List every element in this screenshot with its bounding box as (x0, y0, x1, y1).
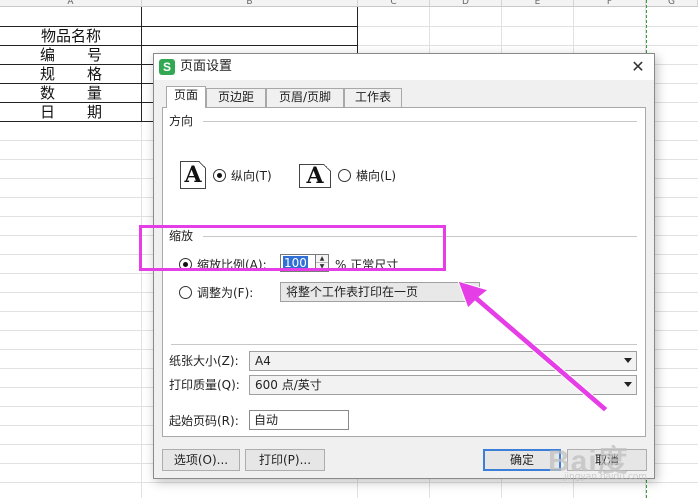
cell-item-name[interactable]: 物品名称 (0, 27, 142, 46)
cell-text-left: 数 (40, 84, 56, 102)
cell-text-left: 编 (40, 46, 56, 64)
chevron-down-icon (624, 358, 632, 363)
portrait-label[interactable]: 纵向(T) (231, 169, 272, 183)
baidu-watermark: Bai度 jingyan.baidu.com (526, 434, 694, 484)
cell-spec[interactable]: 规 格 (0, 65, 142, 84)
tab-page[interactable]: 页面 (166, 86, 206, 108)
tab-margins[interactable]: 页边距 (206, 88, 266, 107)
fit-to-select[interactable]: 将整个工作表打印在一页 (280, 282, 480, 302)
cell-text-right: 量 (86, 84, 102, 102)
chevron-down-icon (467, 289, 475, 294)
column-header-a[interactable]: A (0, 0, 142, 7)
cell-text-right: 号 (86, 46, 102, 64)
first-page-input[interactable]: 自动 (249, 410, 349, 430)
landscape-radio[interactable] (338, 169, 351, 182)
print-quality-select[interactable]: 600 点/英寸 (249, 375, 637, 395)
paper-size-value: A4 (255, 354, 271, 368)
first-page-label: 起始页码(R): (169, 414, 239, 428)
dialog-title: 页面设置 (180, 59, 233, 74)
paper-size-select[interactable]: A4 (249, 351, 637, 371)
landscape-label[interactable]: 横向(L) (356, 169, 396, 183)
print-quality-value: 600 点/英寸 (255, 378, 322, 392)
chevron-down-icon (624, 382, 632, 387)
portrait-page-icon: A (180, 161, 206, 189)
group-divider (171, 344, 637, 345)
cell-quantity[interactable]: 数 量 (0, 84, 142, 103)
portrait-radio[interactable] (213, 169, 226, 182)
fit-to-value: 将整个工作表打印在一页 (286, 285, 419, 299)
cell-serial-number[interactable]: 编 号 (0, 46, 142, 65)
column-header-b[interactable]: B (142, 0, 358, 7)
cell-text-right: 格 (86, 65, 102, 83)
column-header-e[interactable]: E (502, 0, 574, 7)
watermark-url: jingyan.baidu.com (564, 472, 648, 482)
column-header-d[interactable]: D (430, 0, 502, 7)
column-header-c[interactable]: C (358, 0, 430, 7)
fit-to-label[interactable]: 调整为(F): (197, 286, 253, 300)
paper-size-label: 纸张大小(Z): (169, 354, 239, 368)
landscape-page-icon: A (299, 164, 331, 188)
orientation-group-title: 方向 (169, 114, 198, 128)
group-divider (203, 121, 637, 122)
dialog-titlebar[interactable]: S 页面设置 ✕ (154, 54, 654, 80)
cell-text-right: 期 (86, 103, 102, 121)
column-header-f[interactable]: F (574, 0, 646, 7)
annotation-highlight-box (139, 225, 446, 271)
fit-to-radio[interactable] (179, 286, 192, 299)
tab-worksheet[interactable]: 工作表 (344, 88, 402, 107)
print-button[interactable]: 打印(P)... (245, 449, 325, 471)
cell-text-left: 日 (40, 103, 56, 121)
dialog-body: 页面 页边距 页眉/页脚 工作表 方向 A 纵向(T) A 横向(L) 缩放 缩… (154, 80, 654, 478)
close-icon[interactable]: ✕ (628, 57, 648, 77)
cell-text-left: 规 (40, 65, 56, 83)
cell-date[interactable]: 日 期 (0, 103, 142, 122)
wps-spreadsheet-icon: S (159, 59, 175, 75)
page-tab-panel: 方向 A 纵向(T) A 横向(L) 缩放 缩放比例(A): 100 ▲ ▼ %… (162, 107, 646, 437)
print-quality-label: 打印质量(Q): (169, 378, 240, 392)
tab-header-footer[interactable]: 页眉/页脚 (266, 88, 344, 107)
options-button[interactable]: 选项(O)... (162, 449, 240, 471)
column-header-g[interactable]: G (646, 0, 698, 7)
